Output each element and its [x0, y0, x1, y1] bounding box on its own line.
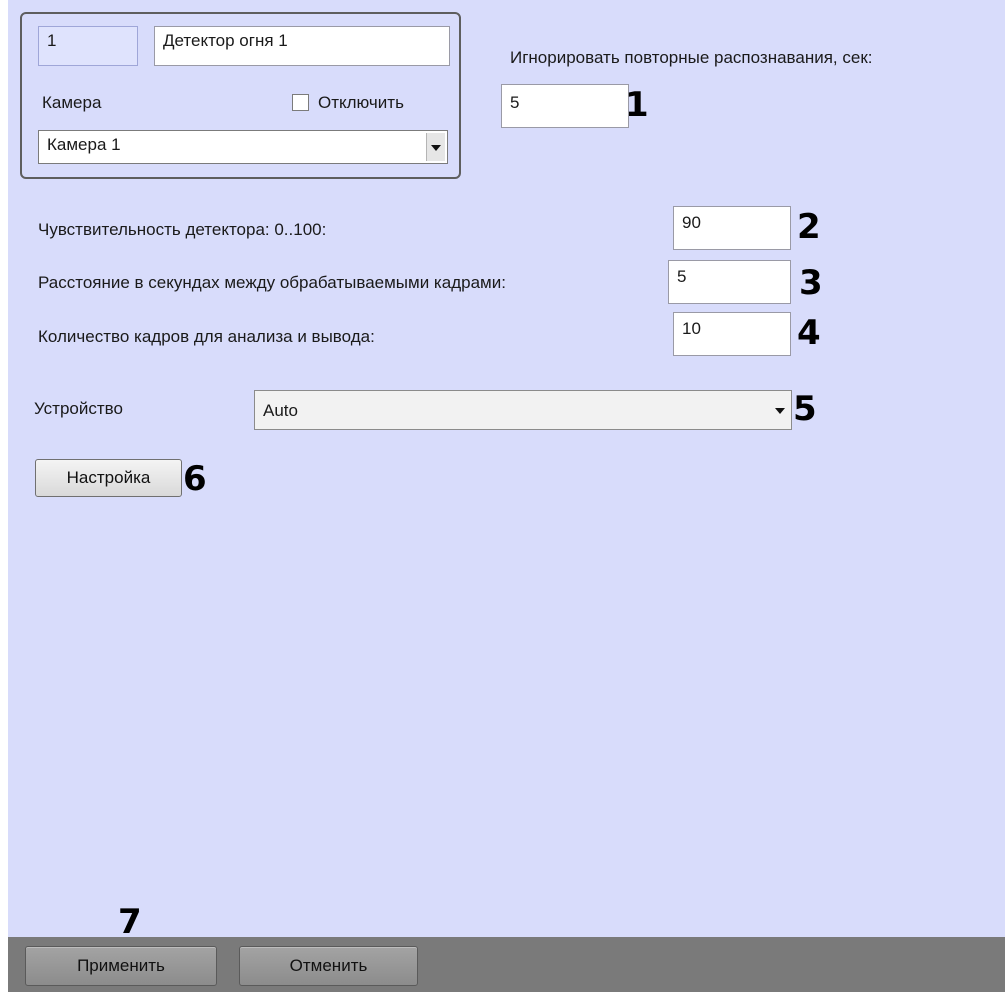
marker-6: 6	[183, 459, 207, 499]
device-select[interactable]: Auto	[254, 390, 792, 430]
frame-interval-input[interactable]: 5	[668, 260, 791, 304]
camera-select-dropdown-button[interactable]	[426, 133, 445, 161]
ignore-repeat-label: Игнорировать повторные распознавания, се…	[510, 48, 873, 67]
camera-label: Камера	[42, 93, 102, 112]
disable-label: Отключить	[318, 93, 404, 112]
device-label: Устройство	[34, 399, 123, 418]
ignore-repeat-input[interactable]: 5	[501, 84, 629, 128]
detector-group-box: 1 Детектор огня 1 Камера Отключить Камер…	[20, 12, 461, 179]
marker-1: 1	[625, 85, 649, 125]
disable-checkbox[interactable]	[292, 94, 309, 111]
marker-3: 3	[799, 263, 823, 303]
frame-count-input[interactable]: 10	[673, 312, 791, 356]
chevron-down-icon	[431, 145, 441, 151]
frame-count-label: Количество кадров для анализа и вывода:	[38, 327, 375, 346]
chevron-down-icon[interactable]	[775, 408, 785, 414]
camera-select[interactable]: Камера 1	[38, 130, 448, 164]
marker-4: 4	[797, 313, 821, 353]
marker-2: 2	[797, 207, 821, 247]
camera-select-value: Камера 1	[47, 135, 121, 154]
marker-7: 7	[118, 902, 142, 942]
apply-button[interactable]: Применить	[25, 946, 217, 986]
frame-interval-label: Расстояние в секундах между обрабатываем…	[38, 273, 506, 292]
device-select-value: Auto	[263, 401, 298, 420]
detector-id-field[interactable]: 1	[38, 26, 138, 66]
marker-5: 5	[793, 389, 817, 429]
cancel-button[interactable]: Отменить	[239, 946, 418, 986]
settings-panel: 1 Детектор огня 1 Камера Отключить Камер…	[8, 0, 1005, 942]
bottom-action-bar: Применить Отменить	[8, 937, 1005, 992]
detector-name-field[interactable]: Детектор огня 1	[154, 26, 450, 66]
setup-button[interactable]: Настройка	[35, 459, 182, 497]
sensitivity-input[interactable]: 90	[673, 206, 791, 250]
sensitivity-label: Чувствительность детектора: 0..100:	[38, 220, 327, 239]
